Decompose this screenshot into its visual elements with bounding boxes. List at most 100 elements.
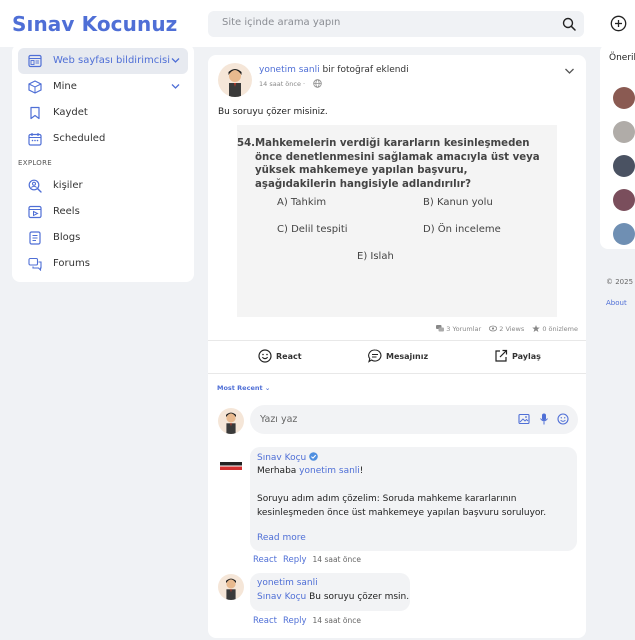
comment-timestamp: 14 saat önce — [312, 555, 361, 564]
people-search-icon — [28, 179, 42, 193]
option-e: E) Islah — [357, 251, 394, 262]
react-button[interactable]: React — [258, 348, 318, 366]
avatar[interactable] — [218, 453, 244, 479]
star-icon — [532, 325, 541, 332]
comment-author-line: Sınav Koçu — [257, 452, 319, 463]
avatar[interactable] — [218, 63, 252, 97]
comment-react-link[interactable]: React — [253, 555, 277, 565]
comment-bubble: Sınav Koçu Merhaba yonetim sanli! Soruyu… — [250, 447, 577, 551]
comment-input[interactable]: Yazı yaz — [250, 405, 578, 434]
post-timestamp: 14 saat önce · — [259, 80, 306, 88]
suggestion-avatar[interactable] — [613, 189, 635, 211]
question-body: Mahkemelerin verdiği kararların kesinleş… — [255, 138, 540, 190]
calendar-icon — [28, 133, 42, 146]
about-link[interactable]: About — [606, 299, 627, 307]
comment-sort-dropdown[interactable]: Most Recent ⌄ — [217, 384, 270, 392]
smiley-icon — [258, 349, 272, 363]
site-logo[interactable]: Sınav Kocunuz — [12, 12, 177, 36]
sidebar-item-label: kişiler — [53, 180, 83, 191]
comment-author[interactable]: Sınav Koçu — [257, 453, 306, 463]
sidebar-item-label: Web sayfası bildirimcisi — [53, 55, 170, 66]
option-a: A) Tahkim — [277, 197, 327, 208]
user-avatar-icon — [218, 574, 244, 600]
emoji-icon[interactable] — [557, 413, 569, 425]
sidebar-item-label: Reels — [53, 206, 80, 217]
chat-bubbles-icon — [28, 257, 42, 271]
post-text: Bu soruyu çözer misiniz. — [218, 107, 328, 117]
comment-body-line: kesinleşmeden önce üst mahkemeye yapılan… — [257, 508, 547, 518]
views-count: 2 Views — [489, 325, 524, 333]
comment-reply-link[interactable]: Reply — [283, 616, 307, 626]
divider — [208, 340, 586, 341]
add-circle-icon[interactable] — [610, 15, 627, 32]
search-input[interactable]: Site içinde arama yapın — [222, 17, 340, 28]
sidebar-item-people[interactable]: kişiler — [18, 173, 188, 199]
react-label: React — [276, 352, 302, 361]
sidebar-item-label: Mine — [53, 81, 77, 92]
sidebar-item-mine[interactable]: Mine — [18, 74, 188, 100]
post-card: yonetim sanli bir fotoğraf eklendi 14 sa… — [208, 55, 586, 638]
mention-link[interactable]: yonetim sanli — [299, 466, 360, 476]
globe-icon — [313, 79, 322, 88]
sidebar-item-web-notifier[interactable]: Web sayfası bildirimcisi — [18, 48, 188, 74]
avatar[interactable] — [218, 574, 244, 600]
message-label: Mesajınız — [386, 352, 429, 361]
mention-link[interactable]: Sınav Koçu — [257, 592, 306, 602]
suggestion-avatar[interactable] — [613, 223, 635, 245]
search-icon[interactable] — [562, 17, 576, 31]
option-d: D) Ön inceleme — [423, 224, 501, 235]
comments-icon — [436, 325, 445, 332]
user-avatar-icon — [218, 408, 244, 434]
search-bar[interactable]: Site içinde arama yapın — [208, 11, 584, 37]
question-number: 54. — [237, 138, 256, 149]
comment-react-link[interactable]: React — [253, 616, 277, 626]
comment-bubble: yonetim sanli Sınav Koçu Bu soruyu çözer… — [250, 573, 410, 611]
option-b: B) Kanun yolu — [423, 197, 493, 208]
suggestion-avatar[interactable] — [613, 87, 635, 109]
post-header-line: yonetim sanli bir fotoğraf eklendi — [259, 65, 409, 75]
browser-icon — [28, 54, 42, 68]
post-author[interactable]: yonetim sanli — [259, 65, 320, 75]
post-stats: 3 Yorumlar 2 Views 0 önizleme — [430, 325, 578, 333]
suggestion-avatar[interactable] — [613, 121, 635, 143]
sidebar-item-reels[interactable]: Reels — [18, 199, 188, 225]
chevron-down-icon[interactable] — [171, 57, 180, 64]
comment-timestamp: 14 saat önce — [312, 616, 361, 625]
sidebar-item-label: Blogs — [53, 232, 81, 243]
post-action-text: bir fotoğraf eklendi — [319, 65, 409, 75]
post-image[interactable]: 54. Mahkemelerin verdiği kararların kesi… — [237, 125, 557, 317]
message-button[interactable]: Mesajınız — [368, 348, 448, 366]
comment-body-line: Soruyu adım adım çözelim: Soruda mahkeme… — [257, 494, 517, 504]
suggestion-avatar[interactable] — [613, 155, 635, 177]
chat-icon — [368, 349, 382, 363]
share-label: Paylaş — [512, 352, 541, 361]
comment-reply-link[interactable]: Reply — [283, 555, 307, 565]
suggestions-title: Öneril — [609, 53, 635, 63]
copyright-text: © 2025 S — [606, 278, 635, 286]
microphone-icon[interactable] — [538, 413, 550, 425]
comment-author[interactable]: yonetim sanli — [257, 578, 318, 588]
read-more-link[interactable]: Read more — [257, 533, 306, 543]
chevron-down-icon[interactable] — [171, 83, 180, 90]
bookmark-icon — [30, 106, 40, 120]
verified-badge-icon — [309, 452, 319, 461]
image-icon[interactable] — [518, 413, 530, 425]
comments-count[interactable]: 3 Yorumlar — [436, 325, 481, 333]
user-avatar-icon — [218, 63, 252, 97]
suggestions-panel: Öneril — [600, 44, 635, 249]
top-header: Sınav Kocunuz Site içinde arama yapın — [0, 0, 635, 47]
comment-body-line: Sınav Koçu Bu soruyu çözer msin. — [257, 592, 410, 602]
sidebar-item-forums[interactable]: Forums — [18, 251, 188, 277]
sidebar-item-scheduled[interactable]: Scheduled — [18, 126, 188, 152]
document-icon — [29, 231, 41, 245]
divider — [208, 373, 586, 374]
chevron-down-icon[interactable] — [564, 67, 575, 75]
sidebar-item-label: Scheduled — [53, 133, 106, 144]
sidebar-item-blogs[interactable]: Blogs — [18, 225, 188, 251]
comment-greeting: Merhaba yonetim sanli! — [257, 466, 364, 476]
sidebar-item-label: Kaydet — [53, 107, 88, 118]
brand-logo-icon — [218, 453, 244, 479]
reviews-count: 0 önizleme — [532, 325, 578, 333]
sidebar-item-kaydet[interactable]: Kaydet — [18, 100, 188, 126]
share-button[interactable]: Paylaş — [494, 348, 554, 366]
